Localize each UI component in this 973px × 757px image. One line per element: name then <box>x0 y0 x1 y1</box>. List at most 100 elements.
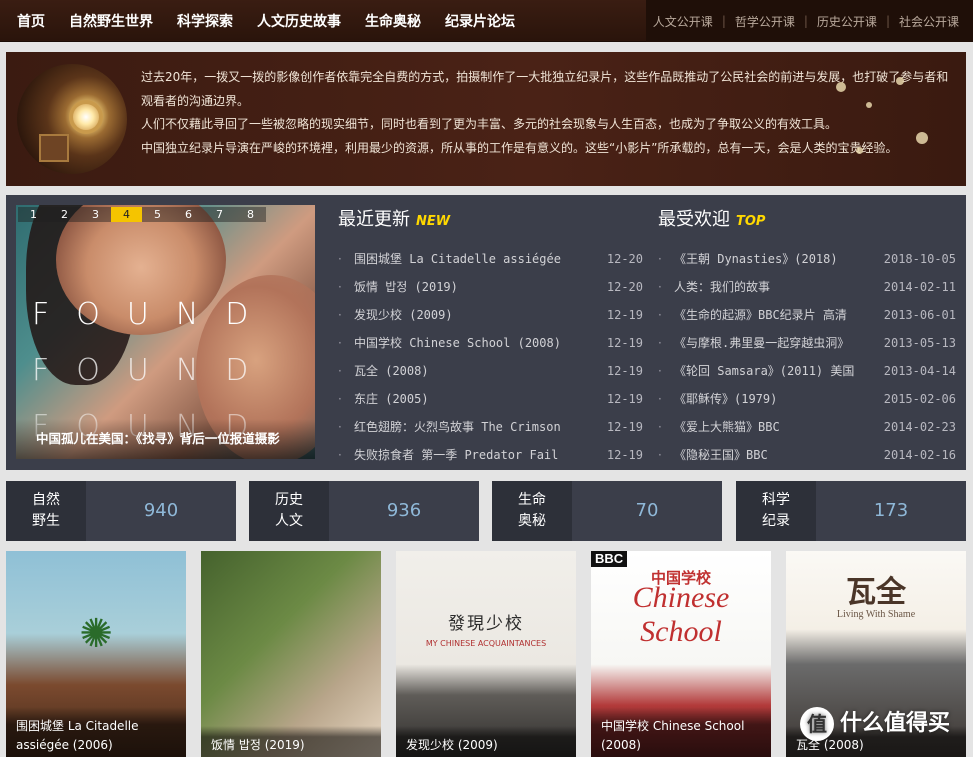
poster-art-title: 瓦全 <box>846 576 906 609</box>
nav-nature[interactable]: 自然野生世界 <box>69 11 153 31</box>
stat-label: 生命 奥秘 <box>492 481 572 541</box>
popular-title: 最受欢迎 <box>658 209 730 230</box>
item-date: 12-20 <box>606 280 643 294</box>
floral-decoration <box>796 72 946 182</box>
list-item[interactable]: · 《耶稣传》(1979) 2015-02-06 <box>658 385 956 413</box>
item-date: 12-19 <box>606 308 643 322</box>
item-title[interactable]: 围困城堡 La Citadelle assiégée <box>354 245 607 273</box>
item-date: 2014-02-11 <box>883 280 956 294</box>
stat-label-line: 纪录 <box>762 513 790 529</box>
list-item[interactable]: · 《王朝 Dynasties》(2018) 2018-10-05 <box>658 245 956 273</box>
stat-science[interactable]: 科学 纪录 173 <box>736 481 966 541</box>
stat-label-line: 历史 <box>275 492 303 508</box>
subnav-humanities[interactable]: 人文公开课 <box>653 13 713 30</box>
bullet-icon: · <box>338 336 342 350</box>
poster-card[interactable]: 發現少校 MY CHINESE ACQUAINTANCES 发现少校 (2009… <box>396 551 576 757</box>
slide-caption[interactable]: 中国孤儿在美国：《找寻》背后一位报道摄影 <box>16 419 315 459</box>
main-nav: 首页 自然野生世界 科学探索 人文历史故事 生命奥秘 纪录片论坛 <box>0 0 522 42</box>
image-slider[interactable]: FOUND FOUND FOUND 1 2 3 4 5 6 7 8 中国孤儿在美… <box>16 205 315 459</box>
list-item[interactable]: · 《轮回 Samsara》(2011) 美国 2013-04-14 <box>658 357 956 385</box>
subnav-society[interactable]: 社会公开课 <box>899 13 959 30</box>
slide-page-5[interactable]: 5 <box>142 207 173 222</box>
stat-life[interactable]: 生命 奥秘 70 <box>492 481 722 541</box>
new-tag: NEW <box>416 214 451 229</box>
stat-nature[interactable]: 自然 野生 940 <box>6 481 236 541</box>
item-date: 2013-06-01 <box>883 308 956 322</box>
poster-card[interactable]: BBC 中国学校 Chinese School 中国学校 Chinese Sch… <box>591 551 771 757</box>
slide-page-4[interactable]: 4 <box>111 207 142 222</box>
bullet-icon: · <box>658 448 662 462</box>
item-date: 2014-02-23 <box>883 420 956 434</box>
item-title[interactable]: 《轮回 Samsara》(2011) 美国 <box>674 357 884 385</box>
section-title: 最近更新 NEW <box>338 205 643 235</box>
overlay-word: FOUND <box>32 297 276 332</box>
stat-label-line: 野生 <box>32 513 60 529</box>
stat-label-line: 奥秘 <box>518 513 546 529</box>
slide-page-8[interactable]: 8 <box>235 207 266 222</box>
stat-history[interactable]: 历史 人文 936 <box>249 481 479 541</box>
list-item[interactable]: · 红色翅膀：火烈鸟故事 The Crimson 12-19 <box>338 413 643 441</box>
nav-forum[interactable]: 纪录片论坛 <box>445 11 515 31</box>
bullet-icon: · <box>338 252 342 266</box>
item-title[interactable]: 饭情 밥정 (2019) <box>354 273 607 301</box>
item-title[interactable]: 《耶稣传》(1979) <box>674 385 884 413</box>
poster-caption[interactable]: 发现少校 (2009) <box>396 726 576 757</box>
item-title[interactable]: 《王朝 Dynasties》(2018) <box>674 245 884 273</box>
list-item[interactable]: · 失败掠食者 第一季 Predator Fail 12-19 <box>338 441 643 469</box>
slide-page-3[interactable]: 3 <box>80 207 111 222</box>
slide-page-2[interactable]: 2 <box>49 207 80 222</box>
poster-caption[interactable]: 饭情 밥정 (2019) <box>201 726 381 757</box>
item-title[interactable]: 《爱上大熊猫》BBC <box>674 413 884 441</box>
list-item[interactable]: · 人类：我们的故事 2014-02-11 <box>658 273 956 301</box>
stat-count: 936 <box>386 500 422 521</box>
nav-science[interactable]: 科学探索 <box>177 11 233 31</box>
poster-card[interactable]: 饭情 밥정 (2019) <box>201 551 381 757</box>
poster-art-subtitle: Living With Shame <box>836 609 916 620</box>
poster-caption[interactable]: 围困城堡 La Citadelle assiégée (2006) <box>6 707 186 757</box>
item-title[interactable]: 中国学校 Chinese School (2008) <box>354 329 607 357</box>
list-item[interactable]: · 《与摩根.弗里曼一起穿越虫洞》 2013-05-13 <box>658 329 956 357</box>
slide-page-7[interactable]: 7 <box>204 207 235 222</box>
list-item[interactable]: · 《爱上大熊猫》BBC 2014-02-23 <box>658 413 956 441</box>
slide-pagination: 1 2 3 4 5 6 7 8 <box>18 207 266 222</box>
site-watermark: 值什么值得买 <box>800 705 950 741</box>
bbc-logo: BBC <box>591 551 628 567</box>
list-item[interactable]: · 东庄 (2005) 12-19 <box>338 385 643 413</box>
nav-life[interactable]: 生命奥秘 <box>365 11 421 31</box>
bullet-icon: · <box>658 308 662 322</box>
list-item[interactable]: · 中国学校 Chinese School (2008) 12-19 <box>338 329 643 357</box>
item-title[interactable]: 《隐秘王国》BBC <box>674 441 884 469</box>
item-title[interactable]: 失败掠食者 第一季 Predator Fail <box>354 441 607 469</box>
item-title[interactable]: 《生命的起源》BBC纪录片 高清 <box>674 301 884 329</box>
item-title[interactable]: 发现少校 (2009) <box>354 301 607 329</box>
list-item[interactable]: · 发现少校 (2009) 12-19 <box>338 301 643 329</box>
item-title[interactable]: 瓦全 (2008) <box>354 357 607 385</box>
section-title: 最受欢迎 TOP <box>658 205 956 235</box>
list-item[interactable]: · 饭情 밥정 (2019) 12-20 <box>338 273 643 301</box>
subnav-philosophy[interactable]: 哲学公开课 <box>735 13 795 30</box>
bullet-icon: · <box>338 420 342 434</box>
subnav-history[interactable]: 历史公开课 <box>817 13 877 30</box>
featured-panel: FOUND FOUND FOUND 1 2 3 4 5 6 7 8 中国孤儿在美… <box>6 195 966 470</box>
stat-label-line: 科学 <box>762 492 790 508</box>
list-item[interactable]: · 围困城堡 La Citadelle assiégée 12-20 <box>338 245 643 273</box>
top-nav-bar: 首页 自然野生世界 科学探索 人文历史故事 生命奥秘 纪录片论坛 人文公开课 |… <box>0 0 973 42</box>
poster-card[interactable]: ✺ 围困城堡 La Citadelle assiégée (2006) <box>6 551 186 757</box>
slide-page-6[interactable]: 6 <box>173 207 204 222</box>
item-title[interactable]: 东庄 (2005) <box>354 385 607 413</box>
slide-page-1[interactable]: 1 <box>18 207 49 222</box>
item-title[interactable]: 红色翅膀：火烈鸟故事 The Crimson <box>354 413 607 441</box>
watermark-badge-icon: 值 <box>800 707 834 741</box>
nav-home[interactable]: 首页 <box>17 11 45 31</box>
poster-caption[interactable]: 中国学校 Chinese School (2008) <box>591 707 771 757</box>
item-date: 2013-05-13 <box>883 336 956 350</box>
stat-label: 历史 人文 <box>249 481 329 541</box>
list-item[interactable]: · 《生命的起源》BBC纪录片 高清 2013-06-01 <box>658 301 956 329</box>
stat-count: 70 <box>635 500 659 521</box>
list-item[interactable]: · 《隐秘王国》BBC 2014-02-16 <box>658 441 956 469</box>
list-item[interactable]: · 瓦全 (2008) 12-19 <box>338 357 643 385</box>
nav-history[interactable]: 人文历史故事 <box>257 11 341 31</box>
item-title[interactable]: 人类：我们的故事 <box>674 273 884 301</box>
latest-list: · 围困城堡 La Citadelle assiégée 12-20 · 饭情 밥정 … <box>338 245 643 469</box>
item-title[interactable]: 《与摩根.弗里曼一起穿越虫洞》 <box>674 329 884 357</box>
